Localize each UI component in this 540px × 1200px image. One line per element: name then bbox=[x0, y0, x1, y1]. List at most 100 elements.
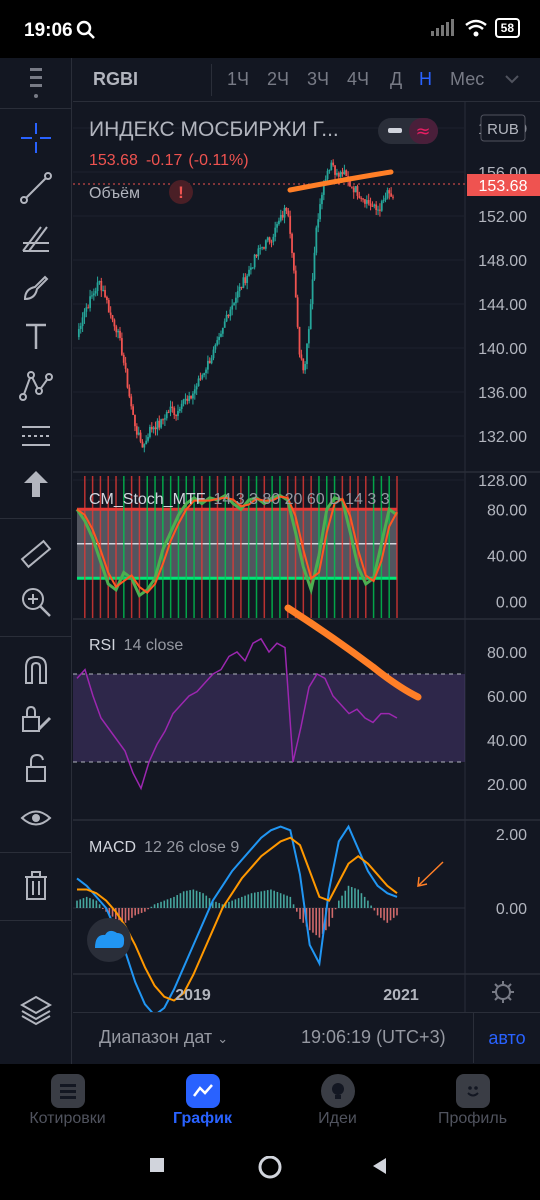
timeframe-week[interactable]: Н bbox=[419, 69, 432, 90]
timeframe-month[interactable]: Мес bbox=[450, 69, 484, 90]
candle-body bbox=[160, 419, 163, 428]
candle-body bbox=[326, 170, 329, 180]
session-clock: 19:06:19 (UTC+3) bbox=[301, 1027, 446, 1047]
ruler-icon[interactable] bbox=[14, 534, 58, 574]
macd-histogram-bar bbox=[334, 908, 337, 910]
nav-ideas[interactable]: Идеи bbox=[270, 1064, 405, 1134]
macd-histogram-bar bbox=[389, 908, 392, 921]
recents-icon[interactable] bbox=[148, 1156, 168, 1176]
rsi_pane-tick: 80.00 bbox=[487, 645, 527, 662]
macd-histogram-bar bbox=[376, 908, 379, 916]
candle-body bbox=[96, 282, 99, 292]
lightbulb-icon bbox=[320, 1074, 355, 1108]
unlock-icon[interactable] bbox=[14, 748, 58, 788]
macd-histogram-bar bbox=[370, 905, 372, 908]
magnet-icon[interactable] bbox=[14, 650, 58, 690]
candle-body bbox=[268, 237, 271, 242]
macd-histogram-bar bbox=[166, 899, 169, 908]
chevron-down-icon[interactable] bbox=[505, 74, 519, 84]
trend-line-icon[interactable] bbox=[14, 168, 58, 208]
candle-body bbox=[354, 186, 357, 193]
time-axis[interactable]: 2019 2021 bbox=[175, 981, 514, 1004]
candle-body bbox=[92, 293, 95, 296]
candle-body bbox=[371, 205, 374, 207]
wave-icon[interactable]: ≈ bbox=[415, 121, 430, 142]
timeframe-4h[interactable]: 4Ч bbox=[347, 69, 369, 90]
candle-body bbox=[365, 200, 368, 204]
macd-histogram-bar bbox=[289, 896, 292, 908]
candle-body bbox=[278, 220, 280, 225]
back-icon[interactable] bbox=[370, 1156, 390, 1176]
macd-params: 12 26 close 9 bbox=[144, 839, 239, 856]
timeframe-3h[interactable]: 3Ч bbox=[307, 69, 329, 90]
candle-body bbox=[197, 378, 200, 387]
nav-profile[interactable]: Профиль bbox=[405, 1064, 540, 1134]
candle-body bbox=[270, 241, 273, 243]
timeframe-1h[interactable]: 1Ч bbox=[227, 69, 249, 90]
stoch-pane[interactable]: 80.00 40.00 0.00 CM_Stoch_MTF 14 3 3 80 20 … bbox=[75, 476, 527, 618]
settings-icon[interactable] bbox=[492, 981, 514, 1003]
volume-label[interactable]: Объём bbox=[89, 185, 140, 202]
macd-histogram-bar bbox=[318, 908, 321, 938]
arrow-up-icon[interactable] bbox=[14, 464, 58, 504]
price-pane[interactable]: 160.00156.00152.00148.00144.00140.00136.… bbox=[73, 114, 540, 490]
symbol-button[interactable]: RGBI bbox=[93, 69, 138, 90]
home-icon[interactable] bbox=[257, 1156, 283, 1182]
date-range-button[interactable]: Диапазон дат ⌄ bbox=[99, 1027, 228, 1048]
candle-body bbox=[195, 386, 198, 390]
macd-histogram-bar bbox=[270, 889, 272, 908]
pattern-icon[interactable] bbox=[14, 366, 58, 406]
crosshair-icon[interactable] bbox=[14, 118, 58, 158]
candle-body bbox=[206, 360, 209, 370]
candle-body bbox=[150, 426, 153, 430]
candle-body bbox=[384, 197, 387, 200]
chart-area[interactable]: 160.00156.00152.00148.00144.00140.00136.… bbox=[73, 102, 540, 1012]
candle-body bbox=[343, 170, 346, 175]
collapse-icon[interactable] bbox=[388, 128, 402, 133]
candle-body bbox=[81, 317, 84, 326]
macd-histogram-bar bbox=[292, 904, 295, 908]
text-tool-icon[interactable] bbox=[14, 316, 58, 356]
candle-body bbox=[145, 440, 148, 445]
candle-body bbox=[83, 311, 86, 318]
macd-histogram-bar bbox=[386, 908, 389, 923]
annotation-arrow[interactable] bbox=[418, 861, 444, 886]
brush-icon[interactable] bbox=[14, 268, 58, 308]
auto-scale-button[interactable]: авто bbox=[473, 1013, 540, 1063]
battery-indicator: 58 bbox=[494, 18, 520, 38]
candle-body bbox=[98, 280, 101, 283]
layers-icon[interactable] bbox=[14, 990, 58, 1030]
lock-drawing-icon[interactable] bbox=[14, 698, 58, 738]
macd-histogram-bar bbox=[182, 891, 185, 908]
forecast-icon[interactable] bbox=[14, 416, 58, 456]
macd-pane[interactable]: 2.00 0.00 MACD 12 26 close 9 bbox=[73, 824, 527, 1012]
macd-histogram-bar bbox=[312, 908, 314, 933]
candle-body bbox=[152, 427, 155, 430]
rsi-pane[interactable]: 80.00 60.00 40.00 20.00 RSI 14 close bbox=[73, 604, 527, 794]
rsi-name: RSI bbox=[89, 637, 116, 654]
timeframe-2h[interactable]: 2Ч bbox=[267, 69, 289, 90]
trash-icon[interactable] bbox=[14, 866, 58, 906]
candle-body bbox=[285, 207, 288, 211]
menu-icon[interactable] bbox=[14, 62, 58, 102]
candle-body bbox=[392, 196, 394, 198]
candle-body bbox=[238, 286, 241, 292]
macd-histogram-bar bbox=[89, 898, 91, 908]
candle-body bbox=[321, 194, 323, 205]
candle-body bbox=[287, 210, 290, 216]
candle-body bbox=[100, 280, 103, 291]
macd-histogram-bar bbox=[82, 898, 85, 908]
timeframe-day[interactable]: Д bbox=[390, 69, 402, 90]
candle-body bbox=[339, 172, 342, 177]
macd-histogram-bar bbox=[98, 904, 101, 908]
macd-histogram-bar bbox=[279, 893, 282, 908]
eye-icon[interactable] bbox=[14, 798, 58, 838]
nav-chart[interactable]: График bbox=[135, 1064, 270, 1134]
zoom-in-icon[interactable] bbox=[14, 582, 58, 622]
nav-quotes[interactable]: Котировки bbox=[0, 1064, 135, 1134]
candle-body bbox=[156, 420, 159, 430]
candle-body bbox=[364, 199, 366, 204]
candle-body bbox=[221, 327, 224, 334]
fib-retracement-icon[interactable] bbox=[14, 218, 58, 258]
macd-histogram-bar bbox=[186, 890, 188, 908]
